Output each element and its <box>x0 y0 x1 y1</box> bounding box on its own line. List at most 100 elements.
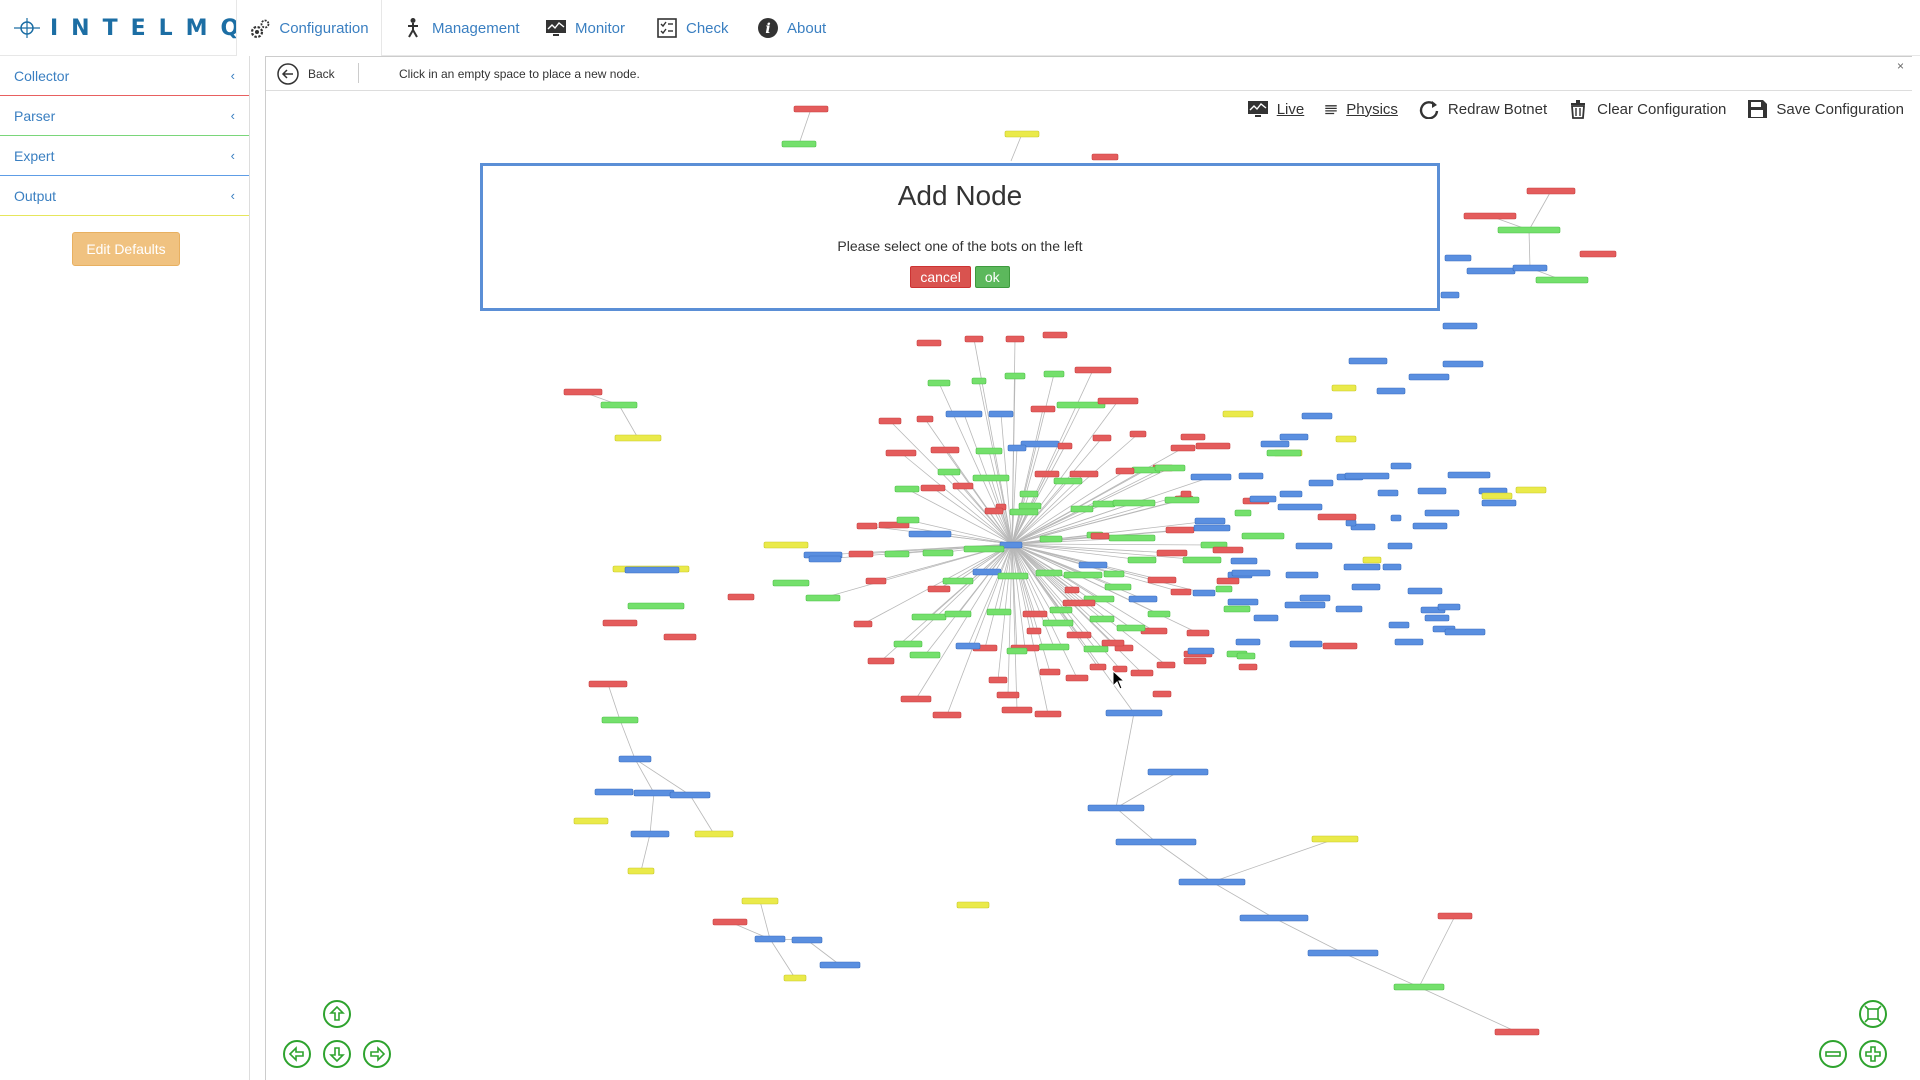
bot-node[interactable] <box>1424 509 1460 517</box>
bot-node[interactable] <box>1020 440 1060 448</box>
bot-node[interactable] <box>952 482 974 490</box>
bot-node[interactable] <box>1154 464 1186 472</box>
bot-node[interactable] <box>1070 505 1094 513</box>
bot-node[interactable] <box>1004 372 1026 380</box>
bot-node[interactable] <box>1376 387 1406 395</box>
bot-node[interactable] <box>1147 610 1171 618</box>
bot-node[interactable] <box>1190 473 1232 481</box>
bot-node[interactable] <box>1317 513 1357 521</box>
bot-node[interactable] <box>1018 502 1042 510</box>
bot-node[interactable] <box>602 619 638 627</box>
bot-node[interactable] <box>663 633 697 641</box>
bot-node[interactable] <box>1116 624 1146 632</box>
bot-node[interactable] <box>1105 709 1163 717</box>
tab-check[interactable]: Check <box>656 0 729 56</box>
bot-node[interactable] <box>988 410 1014 418</box>
bot-node[interactable] <box>1089 615 1115 623</box>
bot-node[interactable] <box>627 867 655 875</box>
bot-node[interactable] <box>916 415 934 423</box>
bot-node[interactable] <box>1241 532 1285 540</box>
bot-node[interactable] <box>1223 605 1251 613</box>
bot-node[interactable] <box>909 651 941 659</box>
clear-configuration-button[interactable]: Clear Configuration <box>1567 99 1726 119</box>
bot-node[interactable] <box>956 901 990 909</box>
bot-node[interactable] <box>1180 490 1192 498</box>
bot-node[interactable] <box>1182 556 1222 564</box>
bot-node[interactable] <box>1193 524 1231 532</box>
bot-node[interactable] <box>1497 226 1561 234</box>
bot-node[interactable] <box>920 484 946 492</box>
bot-node[interactable] <box>878 417 902 425</box>
bot-node[interactable] <box>763 541 809 549</box>
bot-node[interactable] <box>1230 557 1258 565</box>
bot-node[interactable] <box>1187 647 1215 655</box>
bot-node[interactable] <box>1147 576 1177 584</box>
bot-node[interactable] <box>1279 490 1303 498</box>
tab-configuration[interactable]: Configuration <box>236 0 382 57</box>
bot-node[interactable] <box>1019 490 1039 498</box>
bot-node[interactable] <box>884 550 910 558</box>
bot-node[interactable] <box>988 676 1008 684</box>
bot-node[interactable] <box>624 566 680 574</box>
bot-node[interactable] <box>1043 370 1065 378</box>
bot-node[interactable] <box>741 897 779 905</box>
bot-node[interactable] <box>1235 638 1261 646</box>
bot-node[interactable] <box>911 613 947 621</box>
bot-node[interactable] <box>942 577 974 585</box>
bot-node[interactable] <box>1249 495 1277 503</box>
bot-node[interactable] <box>1212 546 1244 554</box>
bot-node[interactable] <box>1512 264 1548 272</box>
bot-node[interactable] <box>1049 606 1073 614</box>
bot-node[interactable] <box>1112 499 1156 507</box>
bot-node[interactable] <box>1038 643 1070 651</box>
bot-node[interactable] <box>896 516 920 524</box>
bot-node[interactable] <box>618 755 652 763</box>
bot-node[interactable] <box>1322 642 1358 650</box>
bot-node[interactable] <box>945 410 983 418</box>
bot-node[interactable] <box>1345 519 1357 527</box>
bot-node[interactable] <box>805 594 841 602</box>
bot-node[interactable] <box>1343 563 1381 571</box>
bot-node[interactable] <box>630 830 670 838</box>
bot-node[interactable] <box>1466 267 1516 275</box>
bot-node[interactable] <box>1170 588 1192 596</box>
bot-node[interactable] <box>1007 444 1027 452</box>
bot-node[interactable] <box>971 377 987 385</box>
bot-node[interactable] <box>1239 914 1309 922</box>
bot-node[interactable] <box>986 608 1012 616</box>
bot-node[interactable] <box>772 579 810 587</box>
ok-button[interactable]: ok <box>974 266 1010 288</box>
bot-node[interactable] <box>900 695 932 703</box>
bot-node[interactable] <box>1035 569 1063 577</box>
redraw-botnet-button[interactable]: Redraw Botnet <box>1418 99 1547 119</box>
bot-node[interactable] <box>1022 610 1048 618</box>
sidebar-item-output[interactable]: Output ‹ <box>0 176 249 216</box>
bot-node[interactable] <box>955 642 981 650</box>
sidebar-item-parser[interactable]: Parser ‹ <box>0 96 249 136</box>
bot-node[interactable] <box>712 918 748 926</box>
bot-node[interactable] <box>1183 657 1207 665</box>
bot-node[interactable] <box>1535 276 1589 284</box>
bot-node[interactable] <box>601 716 639 724</box>
bot-node[interactable] <box>669 791 711 799</box>
cancel-button[interactable]: cancel <box>910 266 971 288</box>
bot-node[interactable] <box>1284 601 1326 609</box>
bot-node[interactable] <box>1447 471 1491 479</box>
bot-node[interactable] <box>1006 647 1028 655</box>
bot-node[interactable] <box>1053 477 1083 485</box>
bot-node[interactable] <box>996 691 1020 699</box>
bot-node[interactable] <box>1494 1028 1540 1036</box>
bot-node[interactable] <box>930 446 960 454</box>
bot-node[interactable] <box>1164 496 1200 504</box>
bot-node[interactable] <box>1004 130 1040 138</box>
live-button[interactable]: Live <box>1247 99 1304 119</box>
bot-node[interactable] <box>1295 542 1333 550</box>
bot-node[interactable] <box>1042 619 1074 627</box>
bot-node[interactable] <box>1412 522 1448 530</box>
bot-node[interactable] <box>1165 526 1195 534</box>
fit-view-button[interactable] <box>1858 999 1888 1029</box>
bot-node[interactable] <box>1074 366 1112 374</box>
bot-node[interactable] <box>1083 645 1109 653</box>
bot-node[interactable] <box>1444 254 1472 262</box>
bot-node[interactable] <box>1442 360 1484 368</box>
